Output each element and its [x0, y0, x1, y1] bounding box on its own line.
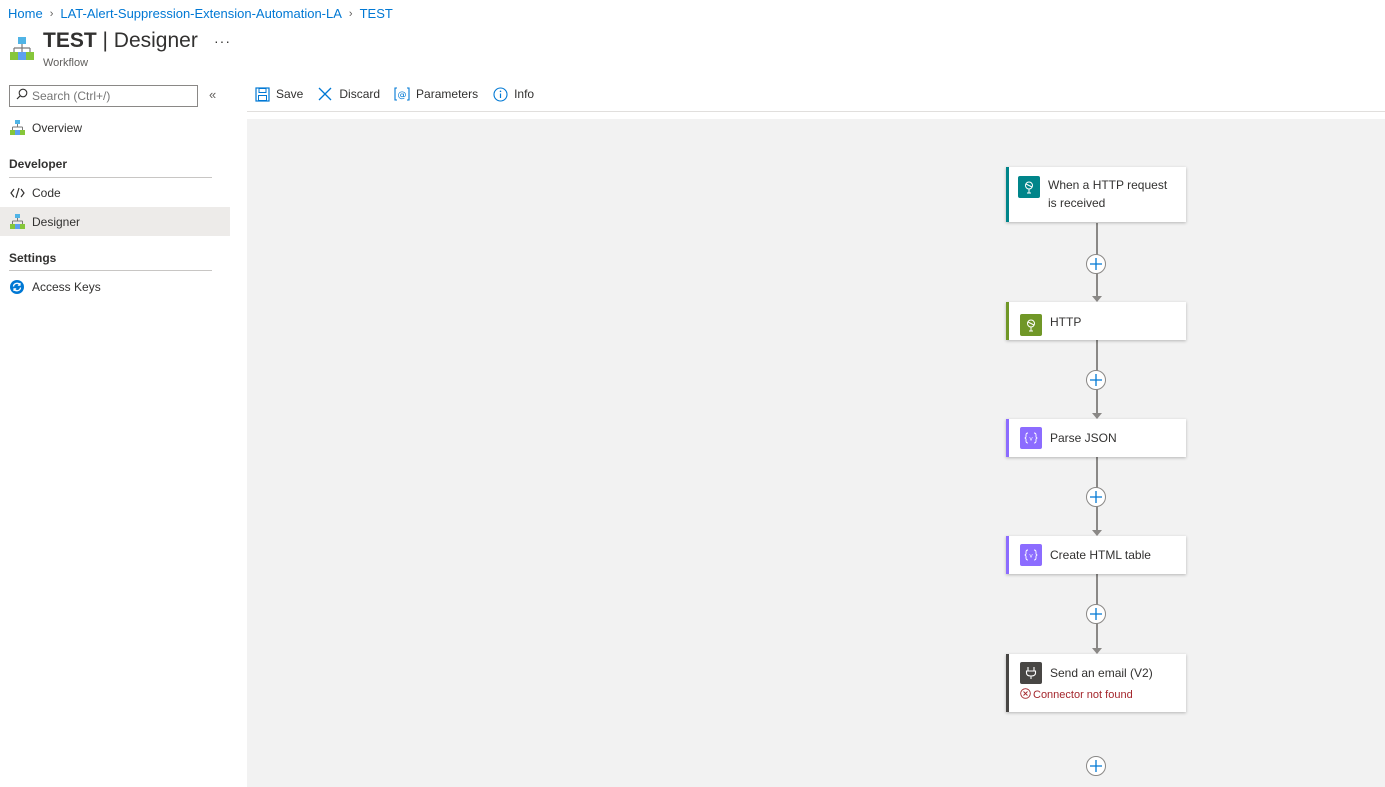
- workflow-step-send-email[interactable]: Send an email (V2) Connector not found: [1006, 654, 1186, 712]
- search-input[interactable]: [32, 89, 192, 103]
- error-icon: [1020, 688, 1031, 702]
- step-error: Connector not found: [1020, 688, 1133, 702]
- insert-step-button[interactable]: [1086, 487, 1106, 507]
- page-title-separator: |: [96, 29, 114, 52]
- http-request-icon: [1018, 176, 1040, 198]
- step-title-line: is received: [1048, 196, 1106, 210]
- sidebar-item-label: Access Keys: [32, 279, 101, 294]
- step-accent-bar: [1006, 419, 1009, 457]
- refresh-keys-icon: [9, 279, 25, 295]
- data-operations-icon: v: [1020, 544, 1042, 566]
- breadcrumb-logic-app[interactable]: LAT-Alert-Suppression-Extension-Automati…: [60, 6, 342, 21]
- insert-step-button[interactable]: [1086, 254, 1106, 274]
- page-title-resource: TEST: [43, 29, 97, 52]
- search-icon: [16, 87, 28, 105]
- chevron-right-icon: ›: [348, 7, 353, 20]
- plus-icon: [1090, 491, 1102, 503]
- sidebar-item-label: Designer: [32, 214, 81, 229]
- sidebar-section-developer: Developer: [9, 157, 68, 171]
- step-error-text: Connector not found: [1033, 689, 1133, 701]
- insert-step-button[interactable]: [1086, 604, 1106, 624]
- step-accent-bar: [1006, 654, 1009, 712]
- sidebar-item-access-keys[interactable]: Access Keys: [0, 272, 230, 301]
- info-label: Info: [514, 87, 535, 101]
- step-title: Send an email (V2): [1050, 666, 1153, 680]
- save-label: Save: [276, 87, 304, 101]
- http-icon: [1020, 314, 1042, 336]
- svg-text:v: v: [1029, 553, 1033, 560]
- sidebar-item-label: Overview: [32, 120, 83, 135]
- collapse-sidebar-button[interactable]: «: [209, 87, 216, 102]
- more-options-button[interactable]: ···: [214, 33, 231, 49]
- insert-step-button[interactable]: [1086, 370, 1106, 390]
- discard-label: Discard: [339, 87, 381, 101]
- workflow-step-http[interactable]: HTTP: [1006, 302, 1186, 340]
- plus-icon: [1090, 608, 1102, 620]
- workflow-step-trigger[interactable]: When a HTTP request is received: [1006, 167, 1186, 222]
- plus-icon: [1090, 374, 1102, 386]
- page-subtitle: Workflow: [43, 57, 89, 69]
- page-title: TEST | Designer: [43, 29, 198, 53]
- workflow-step-create-html-table[interactable]: v Create HTML table: [1006, 536, 1186, 574]
- step-title: HTTP: [1050, 314, 1082, 329]
- code-icon: [9, 185, 25, 201]
- close-icon: [317, 86, 333, 102]
- info-button[interactable]: Info: [492, 86, 534, 102]
- workflow-icon: [9, 214, 25, 230]
- toolbar-divider: [247, 111, 1385, 112]
- save-icon: [254, 86, 270, 102]
- step-title-line: When a HTTP request: [1048, 178, 1168, 192]
- sidebar-item-label: Code: [32, 185, 61, 200]
- plug-icon: [1020, 662, 1042, 684]
- info-icon: [492, 86, 508, 102]
- step-accent-bar: [1006, 167, 1009, 222]
- step-header: Send an email (V2): [1020, 662, 1153, 684]
- step-accent-bar: [1006, 536, 1009, 574]
- svg-text:v: v: [1029, 436, 1033, 443]
- step-title: When a HTTP request is received: [1048, 176, 1167, 212]
- step-accent-bar: [1006, 302, 1009, 340]
- add-step-button[interactable]: [1086, 756, 1106, 776]
- svg-text:@: @: [398, 91, 407, 101]
- chevron-right-icon: ›: [49, 7, 54, 20]
- breadcrumb-workflow[interactable]: TEST: [360, 6, 393, 21]
- data-operations-icon: v: [1020, 427, 1042, 449]
- parameters-button[interactable]: @ Parameters: [394, 86, 478, 102]
- command-bar: Save Discard @ Parameters Info: [254, 86, 548, 102]
- sidebar-section-settings: Settings: [9, 251, 57, 265]
- breadcrumb: Home › LAT-Alert-Suppression-Extension-A…: [8, 6, 393, 21]
- designer-canvas[interactable]: [247, 119, 1385, 787]
- parameters-icon: @: [394, 86, 410, 102]
- discard-button[interactable]: Discard: [317, 86, 380, 102]
- breadcrumb-home[interactable]: Home: [8, 6, 43, 21]
- workflow-icon: [9, 120, 25, 136]
- workflow-step-parse-json[interactable]: v Parse JSON: [1006, 419, 1186, 457]
- page-title-page: Designer: [113, 29, 198, 52]
- workflow-icon: [9, 36, 35, 62]
- plus-icon: [1090, 258, 1102, 270]
- sidebar-search[interactable]: [9, 85, 198, 107]
- sidebar-divider: [9, 270, 212, 271]
- sidebar-item-designer[interactable]: Designer: [0, 207, 230, 236]
- step-title: Create HTML table: [1050, 548, 1151, 562]
- plus-icon: [1090, 760, 1102, 772]
- sidebar-item-code[interactable]: Code: [0, 178, 230, 207]
- parameters-label: Parameters: [416, 87, 479, 101]
- step-title: Parse JSON: [1050, 431, 1117, 445]
- save-button[interactable]: Save: [254, 86, 303, 102]
- sidebar-item-overview[interactable]: Overview: [0, 113, 230, 142]
